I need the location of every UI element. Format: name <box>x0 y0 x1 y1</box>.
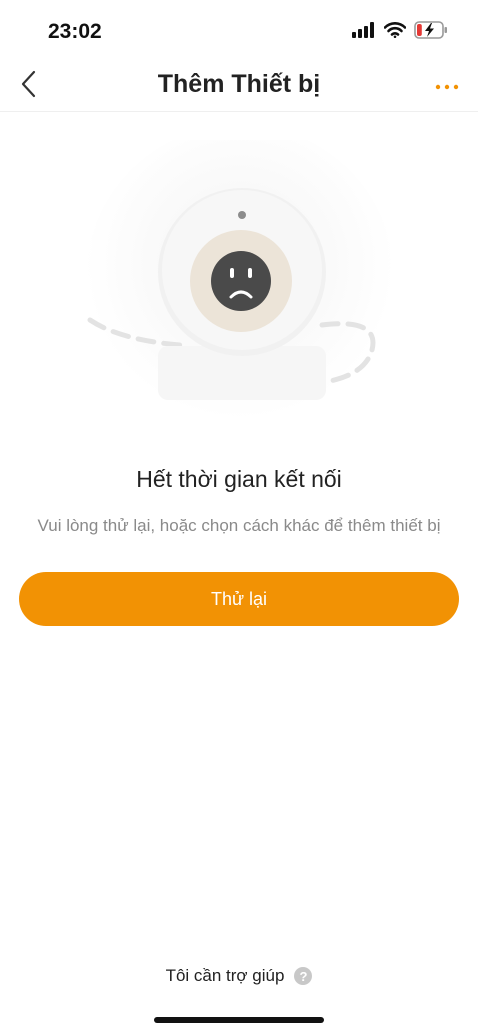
help-link[interactable]: Tôi cần trợ giúp ? <box>0 966 478 986</box>
screen: 23:02 Thêm Thiết bị Hết thời gian kết nố… <box>0 0 478 1034</box>
home-indicator[interactable] <box>154 1017 324 1023</box>
nav-bar: Thêm Thiết bị <box>0 60 478 112</box>
more-button[interactable] <box>432 74 462 98</box>
question-icon: ? <box>294 967 313 985</box>
help-label: Tôi cần trợ giúp <box>165 966 285 985</box>
retry-button[interactable]: Thử lại <box>19 572 459 626</box>
wifi-icon <box>383 21 407 43</box>
status-icons <box>352 20 448 44</box>
more-dots-icon <box>435 77 459 95</box>
status-bar: 23:02 <box>0 0 478 62</box>
page-title: Thêm Thiết bị <box>157 70 321 98</box>
status-time: 23:02 <box>48 20 102 43</box>
connection-timeout-illustration <box>60 125 420 450</box>
timeout-subtext: Vui lòng thử lại, hoặc chọn cách khác để… <box>37 516 441 535</box>
timeout-headline: Hết thời gian kết nối <box>136 466 342 492</box>
signal-icon <box>352 21 376 43</box>
battery-charging-icon <box>414 20 448 44</box>
